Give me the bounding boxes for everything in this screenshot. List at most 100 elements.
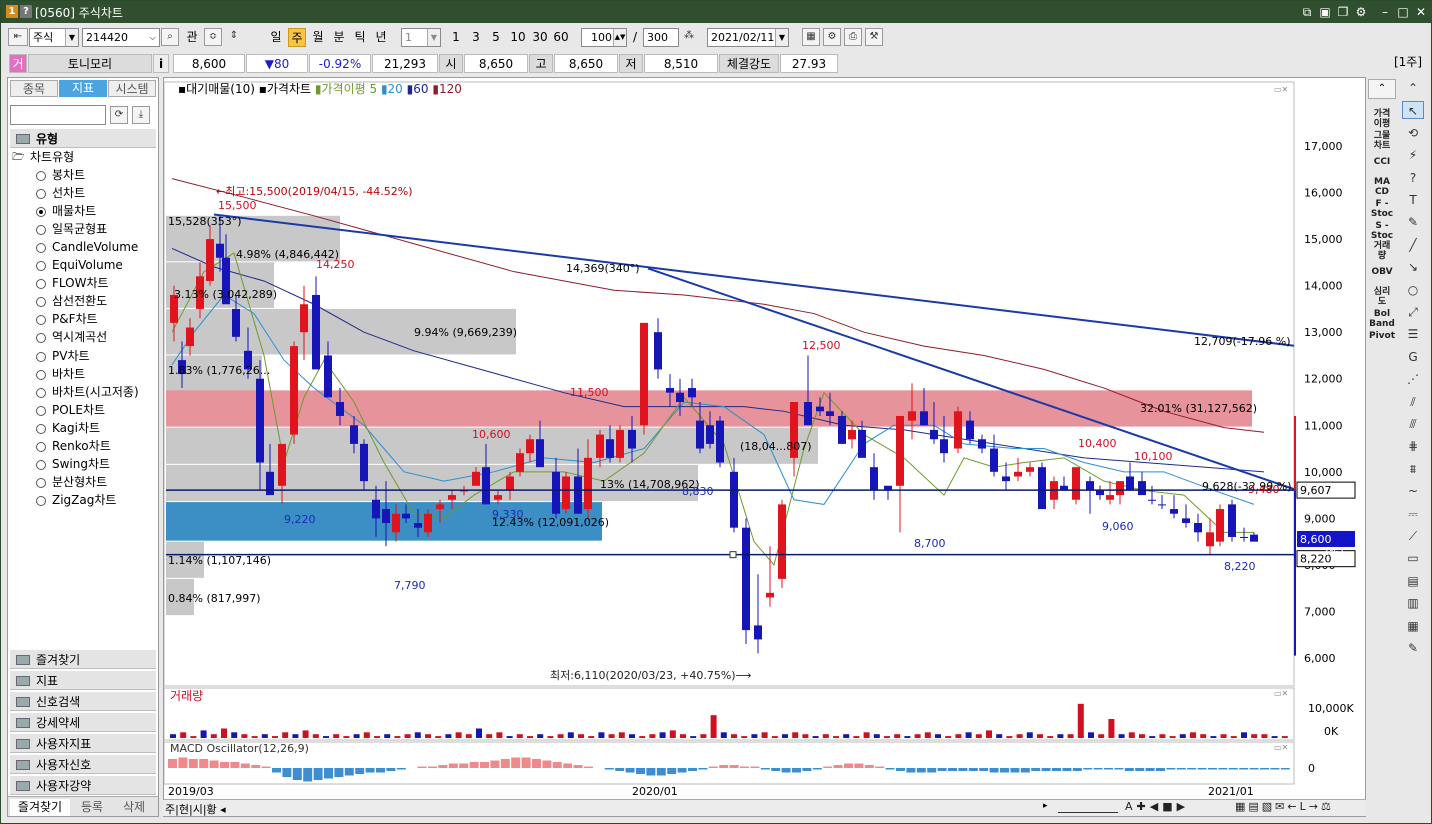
indicator-shortcut-1[interactable]: 그물 차트 bbox=[1368, 131, 1396, 151]
grid-lines-icon[interactable]: ⫻ bbox=[1402, 415, 1424, 433]
fit-icon[interactable]: ⤢ bbox=[1402, 303, 1424, 321]
period-year[interactable]: 년 bbox=[372, 28, 390, 47]
interval-1[interactable]: 1 bbox=[448, 28, 464, 47]
export-icons[interactable]: ▦▤▧✉←L→⚖ bbox=[1235, 800, 1334, 813]
grid-icon[interactable]: ⁂ bbox=[680, 28, 698, 46]
delete-button[interactable]: 삭제 bbox=[114, 799, 154, 816]
interval-3[interactable]: 3 bbox=[468, 28, 484, 47]
andrews-icon[interactable]: ⋕ bbox=[1402, 437, 1424, 455]
parallel-icon[interactable]: ⫽ bbox=[1402, 393, 1424, 411]
folder-item[interactable]: 사용자신호 bbox=[10, 754, 156, 774]
channel-icon[interactable]: ⋰ bbox=[1402, 370, 1424, 388]
tab-stock[interactable]: 종목 bbox=[10, 80, 58, 97]
chart-type-option[interactable]: PV차트 bbox=[34, 348, 164, 365]
download-icon[interactable]: ⤓ bbox=[132, 106, 150, 124]
trend-icon[interactable]: ⟋ bbox=[1402, 527, 1424, 545]
tab-hwang[interactable]: 황 bbox=[207, 803, 217, 816]
tab-favorites[interactable]: 즐겨찾기 bbox=[10, 799, 70, 816]
minimize-icon[interactable]: – bbox=[1377, 4, 1393, 20]
delete-all-icon[interactable]: ⚡ bbox=[1402, 146, 1424, 164]
chart-type-option[interactable]: 바차트(시고저종) bbox=[34, 384, 164, 401]
indicator-shortcut-10[interactable]: Pivot bbox=[1368, 331, 1396, 341]
period-week[interactable]: 주 bbox=[288, 28, 306, 47]
list-icon[interactable]: ▤ bbox=[1402, 572, 1424, 590]
table-icon[interactable]: ▦ bbox=[802, 28, 820, 46]
interval-30[interactable]: 30 bbox=[530, 28, 550, 47]
folder-item[interactable]: 사용자지표 bbox=[10, 733, 156, 753]
settings-icon[interactable]: ⚙ bbox=[1353, 4, 1369, 20]
stepper-icon[interactable]: ▲▼ bbox=[613, 29, 626, 46]
folder-item[interactable]: 강세약세 bbox=[10, 712, 156, 732]
line-icon[interactable]: ╱ bbox=[1402, 236, 1424, 254]
chart-scrollbar[interactable]: 주|현|시|황 ◂ ▸ A✚◀■▶ ▦▤▧✉←L→⚖ bbox=[163, 799, 1366, 816]
arrow-icon[interactable]: ↘ bbox=[1402, 258, 1424, 276]
close-icon[interactable]: ✕ bbox=[1413, 4, 1429, 20]
maximize-icon[interactable]: □ bbox=[1395, 4, 1411, 20]
chart-type-option[interactable]: 삼선전환도 bbox=[34, 293, 164, 310]
chart-type-option[interactable]: 바차트 bbox=[34, 366, 164, 383]
chart-type-option[interactable]: 선차트 bbox=[34, 185, 164, 202]
market-select[interactable]: 주식 ▼ bbox=[29, 28, 79, 47]
folder-item[interactable]: 사용자강약 bbox=[10, 775, 156, 795]
indicator-shortcut-8[interactable]: 심리 도 bbox=[1368, 287, 1396, 307]
interval-10[interactable]: 10 bbox=[508, 28, 528, 47]
info-button[interactable]: i bbox=[153, 54, 169, 73]
scroll-right-icon[interactable]: ▸ bbox=[1043, 801, 1051, 814]
link-icon[interactable]: ⧉ bbox=[1299, 4, 1315, 20]
indicator-shortcut-9[interactable]: Bol Band bbox=[1368, 309, 1396, 329]
circle-icon[interactable]: ○ bbox=[1402, 281, 1424, 299]
indicator-search-input[interactable] bbox=[10, 105, 106, 125]
chart-type-option[interactable]: Swing차트 bbox=[34, 456, 164, 473]
watchlist-button[interactable]: 관 bbox=[183, 28, 201, 47]
tab-si[interactable]: 시 bbox=[193, 803, 203, 816]
tab-system[interactable]: 시스템 bbox=[108, 80, 156, 97]
toggle-icon[interactable]: ≎ bbox=[204, 28, 222, 46]
wave-icon[interactable]: ~ bbox=[1402, 482, 1424, 500]
chart-area[interactable]: 17,000 16,000 15,000 14,000 13,000 12,000 11,0… bbox=[163, 77, 1366, 817]
tab-indicator[interactable]: 지표 bbox=[59, 80, 107, 97]
copy-icon[interactable]: ❐ bbox=[1335, 4, 1351, 20]
tab-hyeon[interactable]: 현 bbox=[179, 803, 189, 816]
indicator-shortcut-2[interactable]: CCI bbox=[1368, 157, 1396, 167]
pen-icon[interactable]: ✎ bbox=[1402, 213, 1424, 231]
period-minute[interactable]: 분 bbox=[330, 28, 348, 47]
text-icon[interactable]: T bbox=[1402, 191, 1424, 209]
speed-icon[interactable]: ⩩ bbox=[1402, 460, 1424, 478]
period-day[interactable]: 일 bbox=[267, 28, 285, 47]
chart-type-option[interactable]: 일목균형표 bbox=[34, 221, 164, 238]
interval-60[interactable]: 60 bbox=[551, 28, 571, 47]
fibonacci-icon[interactable]: ☰ bbox=[1402, 325, 1424, 343]
folder-item[interactable]: 신호검색 bbox=[10, 691, 156, 711]
chart-type-option[interactable]: EquiVolume bbox=[34, 257, 164, 274]
chart-type-option[interactable]: FLOW차트 bbox=[34, 275, 164, 292]
indicator-shortcut-6[interactable]: 거래 량 bbox=[1368, 241, 1396, 261]
rect-icon[interactable]: ▭ bbox=[1402, 549, 1424, 567]
section-type[interactable]: 유형 bbox=[10, 128, 156, 148]
pointer-icon[interactable]: ↖ bbox=[1402, 101, 1424, 120]
indicator-shortcut-3[interactable]: MA CD bbox=[1368, 177, 1396, 197]
print-icon[interactable]: ⎙ bbox=[844, 28, 862, 46]
chart-type-option[interactable]: 봉차트 bbox=[34, 167, 164, 184]
chart-type-option[interactable]: 역시계곡선 bbox=[34, 329, 164, 346]
prev-stock-icon[interactable]: ⇤ bbox=[8, 28, 28, 46]
chart-type-option[interactable]: POLE차트 bbox=[34, 402, 164, 419]
chart-type-option[interactable]: P&F차트 bbox=[34, 311, 164, 328]
search-icon[interactable]: ⌕ bbox=[161, 28, 179, 46]
price-chart-svg[interactable]: 17,000 16,000 15,000 14,000 13,000 12,000 11,0… bbox=[164, 78, 1367, 800]
date-input[interactable]: 2021/02/11 ▼ bbox=[707, 28, 789, 47]
undo-icon[interactable]: ⟲ bbox=[1402, 124, 1424, 142]
chart-type-option[interactable]: Kagi차트 bbox=[34, 420, 164, 437]
period-tick[interactable]: 틱 bbox=[351, 28, 369, 47]
period-month[interactable]: 월 bbox=[309, 28, 327, 47]
zoom-slider[interactable] bbox=[1058, 803, 1118, 813]
indicator-shortcut-0[interactable]: 가격 이평 bbox=[1368, 109, 1396, 129]
spin-icon[interactable]: ⇕ bbox=[225, 28, 243, 46]
indicator-shortcut-4[interactable]: F - Stoc bbox=[1368, 199, 1396, 219]
indicator-shortcut-5[interactable]: S - Stoc bbox=[1368, 221, 1396, 241]
chart-type-option[interactable]: 매물차트 bbox=[34, 203, 164, 220]
draw-icon[interactable]: ✎ bbox=[1402, 639, 1424, 657]
register-button[interactable]: 등록 bbox=[72, 799, 112, 816]
save-icon[interactable]: ▣ bbox=[1317, 4, 1333, 20]
scroll-up-icon[interactable]: ⌃ bbox=[1368, 79, 1396, 99]
level-icon[interactable]: ⎓ bbox=[1402, 505, 1424, 523]
